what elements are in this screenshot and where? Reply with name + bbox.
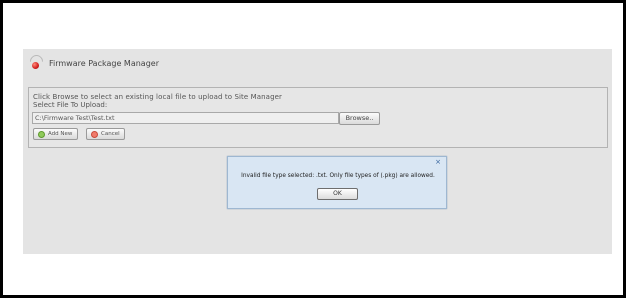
add-icon: [38, 130, 45, 138]
page-title: Firmware Package Manager: [49, 58, 159, 68]
cancel-icon: [91, 130, 98, 138]
file-path-field[interactable]: C:\Firmware Test\Test.txt: [32, 112, 339, 124]
add-new-button[interactable]: Add New: [33, 128, 78, 140]
window-frame: Firmware Package Manager Click Browse to…: [0, 0, 626, 298]
title-bar: Firmware Package Manager: [27, 52, 159, 73]
cancel-button[interactable]: Cancel: [86, 128, 125, 140]
upload-instruction: Click Browse to select an existing local…: [33, 93, 282, 101]
upload-section: Click Browse to select an existing local…: [28, 87, 608, 148]
add-new-label: Add New: [48, 131, 73, 137]
action-buttons: Add New Cancel: [33, 128, 125, 140]
ok-button[interactable]: OK: [317, 188, 358, 200]
firmware-manager-panel: Firmware Package Manager Click Browse to…: [23, 49, 612, 254]
file-select-label: Select File To Upload:: [33, 101, 108, 109]
close-icon[interactable]: ×: [435, 159, 441, 166]
error-message: Invalid file type selected: .txt. Only f…: [241, 173, 435, 179]
cancel-label: Cancel: [101, 131, 120, 137]
browse-button[interactable]: Browse..: [339, 112, 380, 125]
app-status-icon: [27, 52, 46, 71]
error-dialog: × Invalid file type selected: .txt. Only…: [227, 156, 447, 209]
